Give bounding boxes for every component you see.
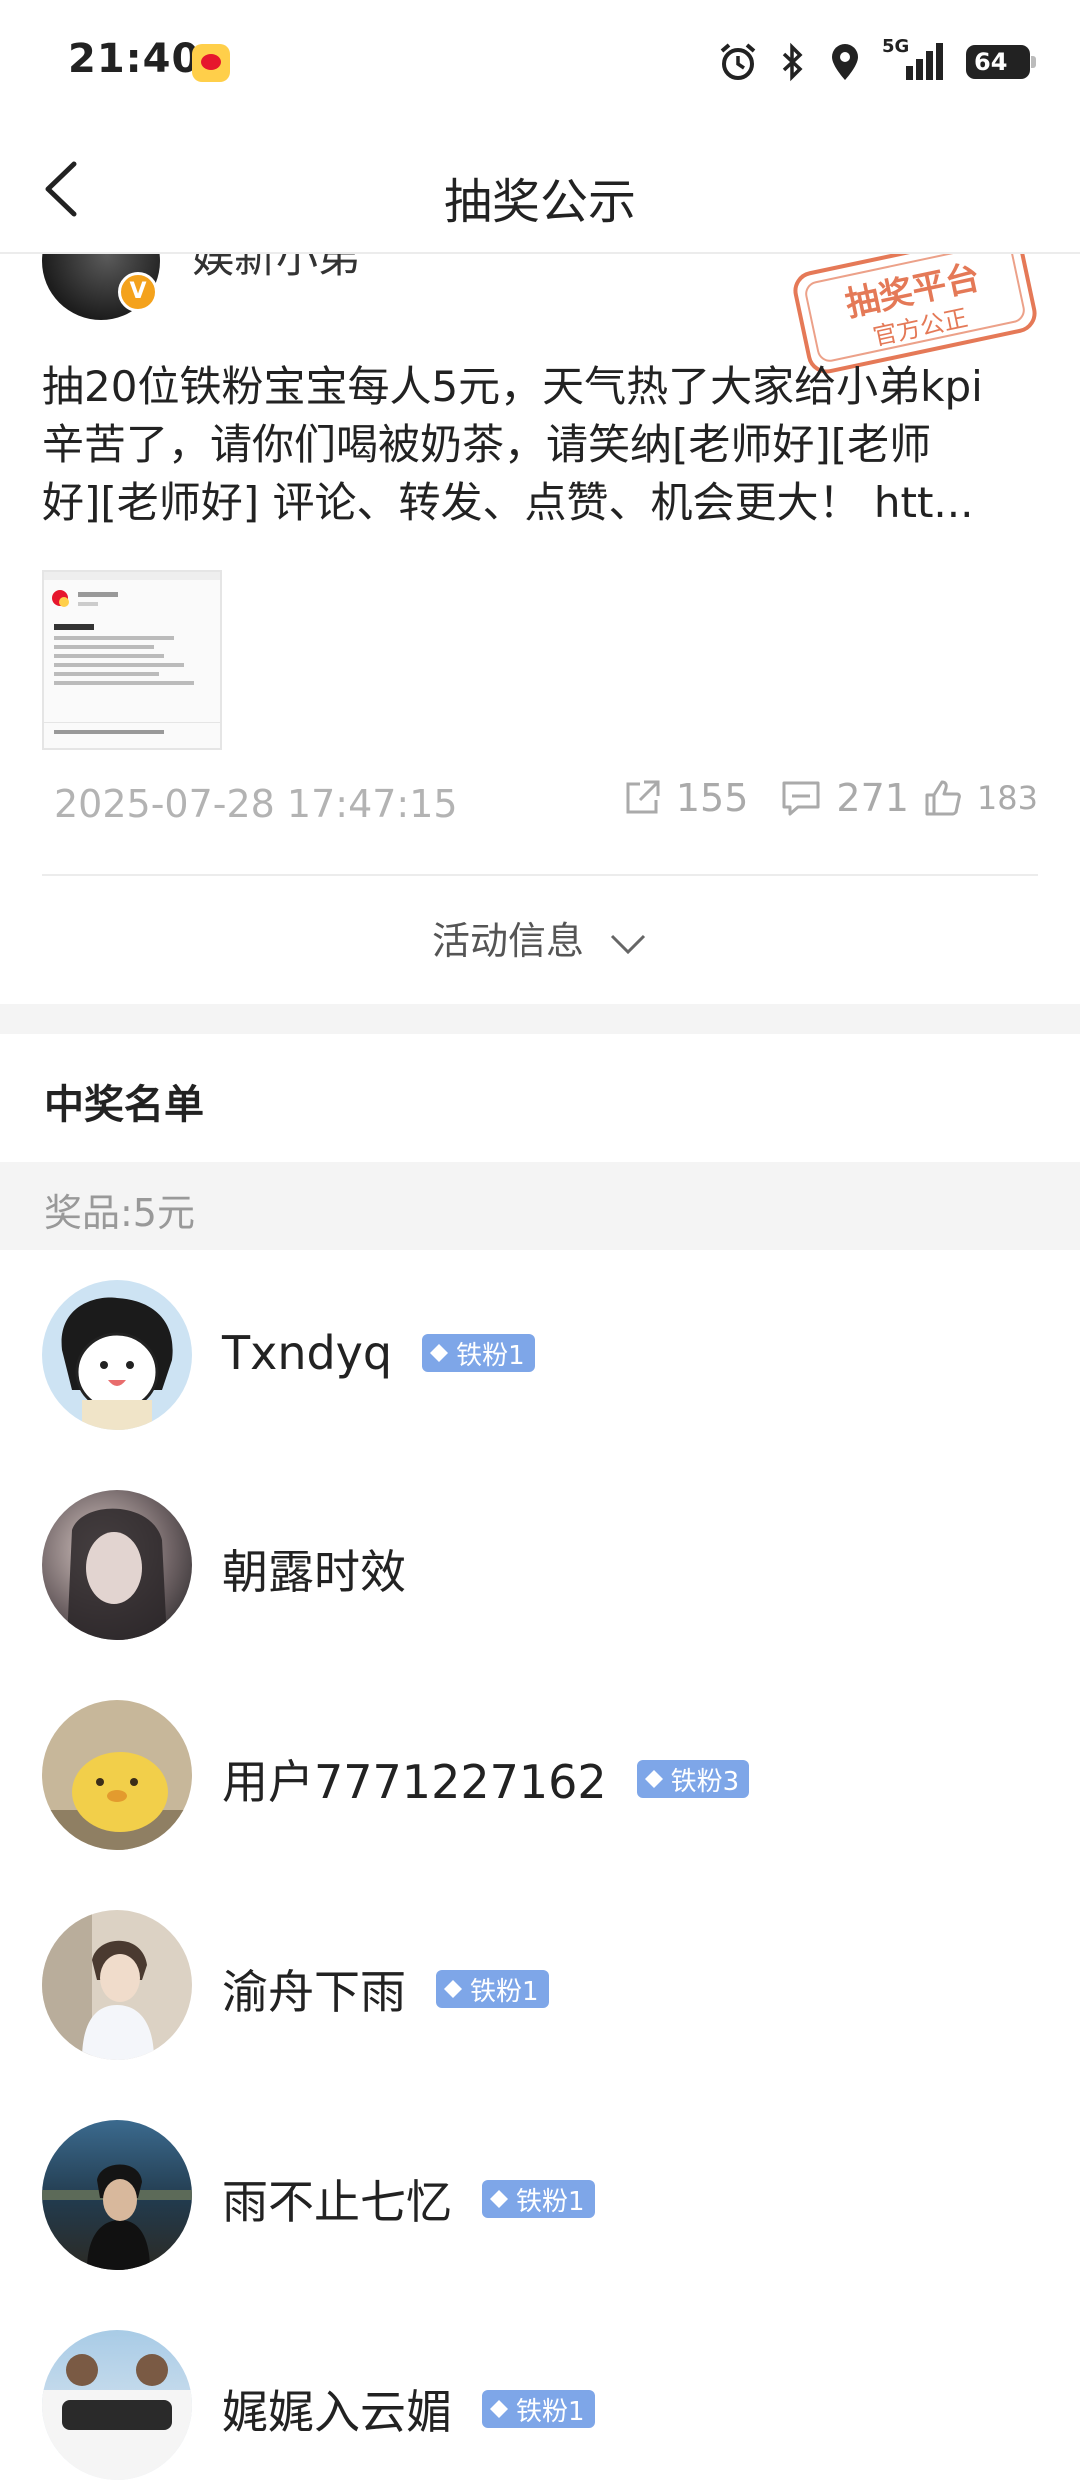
prize-header: 奖品:5元 bbox=[0, 1162, 1080, 1250]
winner-row[interactable]: 朝露时效 bbox=[0, 1490, 1080, 1640]
comment-icon bbox=[782, 781, 820, 816]
winner-name[interactable]: 用户7771227162 bbox=[222, 1746, 607, 1812]
diamond-icon bbox=[644, 1770, 663, 1788]
post-image-thumbnail[interactable] bbox=[42, 570, 222, 750]
receipt-image bbox=[44, 572, 220, 734]
winner-row[interactable]: 用户7771227162 铁粉3 bbox=[0, 1700, 1080, 1850]
post-text[interactable]: 抽20位铁粉宝宝每人5元，天气热了大家给小弟kpi 辛苦了，请你们喝被奶茶，请笑… bbox=[42, 358, 1042, 532]
winner-name[interactable]: 朝露时效 bbox=[222, 1536, 406, 1602]
page-title: 抽奖公示 bbox=[443, 174, 636, 230]
winner-avatar[interactable] bbox=[42, 1490, 192, 1640]
winner-name[interactable]: 渝舟下雨 bbox=[222, 1956, 406, 2022]
fan-badge: 铁粉3 bbox=[636, 1760, 750, 1798]
winner-name[interactable]: 雨不止七忆 bbox=[222, 2166, 452, 2232]
post-stats: 155 271 183 bbox=[622, 776, 1038, 820]
winner-row[interactable]: 雨不止七忆 铁粉1 bbox=[0, 2120, 1080, 2270]
status-time: 21:40 bbox=[68, 36, 201, 82]
winner-avatar[interactable] bbox=[42, 2120, 192, 2270]
section-separator bbox=[0, 1004, 1080, 1034]
status-icons: 5G 64 bbox=[718, 36, 1036, 84]
comment-count: 271 bbox=[836, 776, 909, 820]
post-card: V 娱新小弟 抽奖平台 官方公正 抽20位铁粉宝宝每人5元，天气热了大家给小弟k… bbox=[0, 254, 1080, 1004]
fan-badge-label: 铁粉3 bbox=[670, 1766, 740, 1797]
diamond-icon bbox=[490, 2400, 508, 2418]
fan-badge-label: 铁粉1 bbox=[470, 1976, 539, 2007]
winner-avatar[interactable] bbox=[42, 1700, 192, 1850]
winner-avatar[interactable] bbox=[42, 2330, 192, 2480]
winner-row[interactable]: 渝舟下雨 铁粉1 bbox=[0, 1910, 1080, 2060]
diamond-icon bbox=[490, 2190, 508, 2208]
verified-icon: V bbox=[118, 272, 158, 312]
weibo-app-icon bbox=[192, 44, 230, 82]
like-button[interactable]: 183 bbox=[923, 778, 1038, 818]
like-count: 183 bbox=[976, 779, 1038, 817]
winner-name[interactable]: Txndyq bbox=[222, 1326, 392, 1380]
nav-bar: 抽奖公示 bbox=[0, 130, 1080, 254]
status-bar: 21:40 5G 64 bbox=[0, 0, 1080, 120]
winner-name[interactable]: 娓娓入云媚 bbox=[222, 2376, 452, 2442]
diamond-icon bbox=[444, 1980, 462, 1998]
bluetooth-icon bbox=[782, 42, 803, 82]
signal-icon: 5G bbox=[882, 36, 946, 82]
author-name[interactable]: 娱新小弟 bbox=[192, 254, 360, 285]
alarm-icon bbox=[720, 43, 756, 80]
fan-badge: 铁粉1 bbox=[482, 2180, 595, 2218]
post-text-line: 好][老师好] 评论、转发、点赞、机会更大！ htt... bbox=[42, 478, 974, 527]
winner-row[interactable]: Txndyq 铁粉1 bbox=[0, 1280, 1080, 1430]
fan-badge: 铁粉1 bbox=[482, 2390, 595, 2428]
fan-badge-label: 铁粉1 bbox=[516, 2396, 585, 2427]
post-text-line: 辛苦了，请你们喝被奶茶，请笑纳[老师好][老师 bbox=[42, 420, 932, 469]
post-timestamp: 2025-07-28 17:47:15 bbox=[54, 782, 458, 826]
repost-button[interactable]: 155 bbox=[622, 776, 749, 820]
comment-button[interactable]: 271 bbox=[780, 776, 909, 820]
winner-avatar[interactable] bbox=[42, 1280, 192, 1430]
fan-badge-label: 铁粉1 bbox=[456, 1340, 525, 1371]
location-icon bbox=[832, 44, 858, 80]
battery-level: 64 bbox=[974, 48, 1008, 76]
post-text-line: 抽20位铁粉宝宝每人5元，天气热了大家给小弟kpi bbox=[42, 362, 983, 411]
diamond-icon bbox=[430, 1344, 449, 1362]
fan-badge: 铁粉1 bbox=[436, 1970, 549, 2008]
activity-info-toggle[interactable]: 活动信息 bbox=[0, 910, 1080, 965]
battery-icon: 64 bbox=[966, 45, 1036, 79]
activity-info-label: 活动信息 bbox=[431, 919, 584, 963]
repost-count: 155 bbox=[675, 776, 749, 820]
repost-icon bbox=[626, 780, 660, 814]
fan-badge-label: 铁粉1 bbox=[516, 2186, 585, 2217]
prize-label: 奖品:5元 bbox=[44, 1191, 195, 1235]
thumbs-up-icon bbox=[925, 780, 961, 816]
winner-row[interactable]: 娓娓入云媚 铁粉1 bbox=[0, 2330, 1080, 2480]
fan-badge: 铁粉1 bbox=[422, 1334, 535, 1372]
winners-title: 中奖名单 bbox=[44, 1082, 204, 1128]
chevron-down-icon bbox=[610, 934, 646, 954]
winner-avatar[interactable] bbox=[42, 1910, 192, 2060]
divider bbox=[42, 874, 1038, 876]
